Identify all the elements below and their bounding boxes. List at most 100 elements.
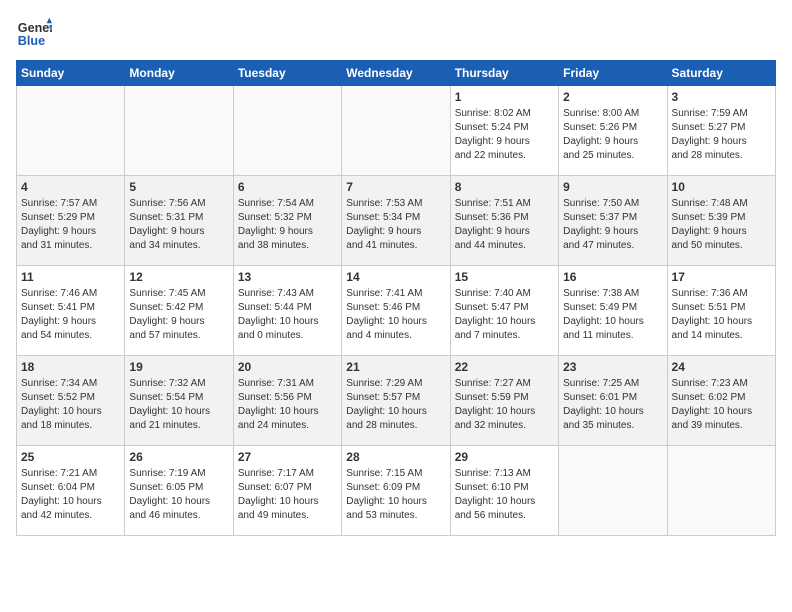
day-number: 10 [672,180,771,194]
calendar-cell: 16Sunrise: 7:38 AM Sunset: 5:49 PM Dayli… [559,266,667,356]
day-number: 6 [238,180,337,194]
day-content: Sunrise: 7:21 AM Sunset: 6:04 PM Dayligh… [21,467,120,523]
day-content: Sunrise: 7:51 AM Sunset: 5:36 PM Dayligh… [455,197,554,253]
calendar-cell: 15 Sunrise: 7:40 AM Sunset: 5:47 PM Dayli… [450,266,558,356]
day-content: Sunrise: 7:57 AM Sunset: 5:29 PM Dayligh… [21,197,120,253]
svg-text:Blue: Blue [18,34,45,48]
calendar-cell: 1 Sunrise: 8:02 AM Sunset: 5:24 PM Daylig… [450,86,558,176]
calendar-cell: 5 Sunrise: 7:56 AM Sunset: 5:31 PM Daylig… [125,176,233,266]
day-content: Sunrise: 8:02 AM Sunset: 5:24 PM Dayligh… [455,107,554,163]
calendar-cell: 13 Sunrise: 7:43 AM Sunset: 5:44 PM Dayli… [233,266,341,356]
day-content: Sunrise: 7:36 AM Sunset: 5:51 PM Dayligh… [672,287,771,343]
calendar-cell: 10 Sunrise: 7:48 AM Sunset: 5:39 PM Dayli… [667,176,775,266]
day-number: 23 [563,360,662,374]
calendar-cell: 19 Sunrise: 7:32 AM Sunset: 5:54 PM Dayli… [125,356,233,446]
day-content: Sunrise: 7:40 AM Sunset: 5:47 PM Dayligh… [455,287,554,343]
calendar-week-4: 18 Sunrise: 7:34 AM Sunset: 5:52 PM Dayli… [17,356,776,446]
day-number: 26 [129,450,228,464]
header-day-friday: Friday [559,61,667,86]
calendar-cell [559,446,667,536]
calendar-cell [342,86,450,176]
calendar-cell: 9 Sunrise: 7:50 AM Sunset: 5:37 PM Daylig… [559,176,667,266]
calendar-cell: 26 Sunrise: 7:19 AM Sunset: 6:05 PM Dayli… [125,446,233,536]
calendar-cell: 21 Sunrise: 7:29 AM Sunset: 5:57 PM Dayli… [342,356,450,446]
day-number: 13 [238,270,337,284]
day-content: Sunrise: 7:56 AM Sunset: 5:31 PM Dayligh… [129,197,228,253]
day-content: Sunrise: 7:19 AM Sunset: 6:05 PM Dayligh… [129,467,228,523]
header-day-tuesday: Tuesday [233,61,341,86]
day-number: 12 [129,270,228,284]
calendar-header-row: SundayMondayTuesdayWednesdayThursdayFrid… [17,61,776,86]
calendar-cell: 4 Sunrise: 7:57 AM Sunset: 5:29 PM Daylig… [17,176,125,266]
day-content: Sunrise: 7:32 AM Sunset: 5:54 PM Dayligh… [129,377,228,433]
day-content: Sunrise: 7:29 AM Sunset: 5:57 PM Dayligh… [346,377,445,433]
day-content: Sunrise: 7:41 AM Sunset: 5:46 PM Dayligh… [346,287,445,343]
day-number: 17 [672,270,771,284]
day-content: Sunrise: 7:27 AM Sunset: 5:59 PM Dayligh… [455,377,554,433]
day-content: Sunrise: 7:50 AM Sunset: 5:37 PM Dayligh… [563,197,662,253]
day-number: 18 [21,360,120,374]
day-content: Sunrise: 7:17 AM Sunset: 6:07 PM Dayligh… [238,467,337,523]
calendar-cell: 22Sunrise: 7:27 AM Sunset: 5:59 PM Dayli… [450,356,558,446]
calendar-week-3: 11 Sunrise: 7:46 AM Sunset: 5:41 PM Dayli… [17,266,776,356]
calendar-cell: 29 Sunrise: 7:13 AM Sunset: 6:10 PM Dayli… [450,446,558,536]
day-content: Sunrise: 7:34 AM Sunset: 5:52 PM Dayligh… [21,377,120,433]
calendar-cell: 8Sunrise: 7:51 AM Sunset: 5:36 PM Daylig… [450,176,558,266]
day-content: Sunrise: 7:53 AM Sunset: 5:34 PM Dayligh… [346,197,445,253]
day-number: 24 [672,360,771,374]
day-number: 27 [238,450,337,464]
calendar-cell: 17 Sunrise: 7:36 AM Sunset: 5:51 PM Dayli… [667,266,775,356]
day-number: 16 [563,270,662,284]
header-day-thursday: Thursday [450,61,558,86]
calendar-cell [125,86,233,176]
header-day-saturday: Saturday [667,61,775,86]
day-number: 29 [455,450,554,464]
day-content: Sunrise: 7:46 AM Sunset: 5:41 PM Dayligh… [21,287,120,343]
day-content: Sunrise: 7:13 AM Sunset: 6:10 PM Dayligh… [455,467,554,523]
day-number: 4 [21,180,120,194]
calendar-cell: 14Sunrise: 7:41 AM Sunset: 5:46 PM Dayli… [342,266,450,356]
day-content: Sunrise: 7:54 AM Sunset: 5:32 PM Dayligh… [238,197,337,253]
calendar-cell: 2 Sunrise: 8:00 AM Sunset: 5:26 PM Daylig… [559,86,667,176]
day-number: 28 [346,450,445,464]
calendar-week-2: 4 Sunrise: 7:57 AM Sunset: 5:29 PM Daylig… [17,176,776,266]
day-content: Sunrise: 8:00 AM Sunset: 5:26 PM Dayligh… [563,107,662,163]
calendar-cell: 6 Sunrise: 7:54 AM Sunset: 5:32 PM Daylig… [233,176,341,266]
day-number: 2 [563,90,662,104]
calendar-cell [233,86,341,176]
calendar-cell: 12Sunrise: 7:45 AM Sunset: 5:42 PM Dayli… [125,266,233,356]
day-number: 15 [455,270,554,284]
logo: General Blue [16,16,56,52]
calendar-cell: 24 Sunrise: 7:23 AM Sunset: 6:02 PM Dayli… [667,356,775,446]
day-number: 20 [238,360,337,374]
calendar-cell: 27 Sunrise: 7:17 AM Sunset: 6:07 PM Dayli… [233,446,341,536]
calendar-cell: 20Sunrise: 7:31 AM Sunset: 5:56 PM Dayli… [233,356,341,446]
day-content: Sunrise: 7:43 AM Sunset: 5:44 PM Dayligh… [238,287,337,343]
calendar-cell: 7 Sunrise: 7:53 AM Sunset: 5:34 PM Daylig… [342,176,450,266]
day-number: 19 [129,360,228,374]
calendar: SundayMondayTuesdayWednesdayThursdayFrid… [16,60,776,536]
day-number: 21 [346,360,445,374]
day-content: Sunrise: 7:59 AM Sunset: 5:27 PM Dayligh… [672,107,771,163]
calendar-cell: 3 Sunrise: 7:59 AM Sunset: 5:27 PM Daylig… [667,86,775,176]
header: General Blue [16,16,776,52]
day-number: 5 [129,180,228,194]
day-number: 7 [346,180,445,194]
day-number: 11 [21,270,120,284]
day-number: 1 [455,90,554,104]
day-content: Sunrise: 7:48 AM Sunset: 5:39 PM Dayligh… [672,197,771,253]
day-number: 3 [672,90,771,104]
calendar-cell: 11 Sunrise: 7:46 AM Sunset: 5:41 PM Dayli… [17,266,125,356]
calendar-cell [667,446,775,536]
calendar-cell: 23 Sunrise: 7:25 AM Sunset: 6:01 PM Dayli… [559,356,667,446]
logo-icon: General Blue [16,16,52,52]
calendar-week-5: 25 Sunrise: 7:21 AM Sunset: 6:04 PM Dayli… [17,446,776,536]
day-number: 25 [21,450,120,464]
header-day-wednesday: Wednesday [342,61,450,86]
day-number: 9 [563,180,662,194]
header-day-monday: Monday [125,61,233,86]
calendar-cell: 18 Sunrise: 7:34 AM Sunset: 5:52 PM Dayli… [17,356,125,446]
day-content: Sunrise: 7:25 AM Sunset: 6:01 PM Dayligh… [563,377,662,433]
day-content: Sunrise: 7:23 AM Sunset: 6:02 PM Dayligh… [672,377,771,433]
calendar-cell: 25 Sunrise: 7:21 AM Sunset: 6:04 PM Dayli… [17,446,125,536]
